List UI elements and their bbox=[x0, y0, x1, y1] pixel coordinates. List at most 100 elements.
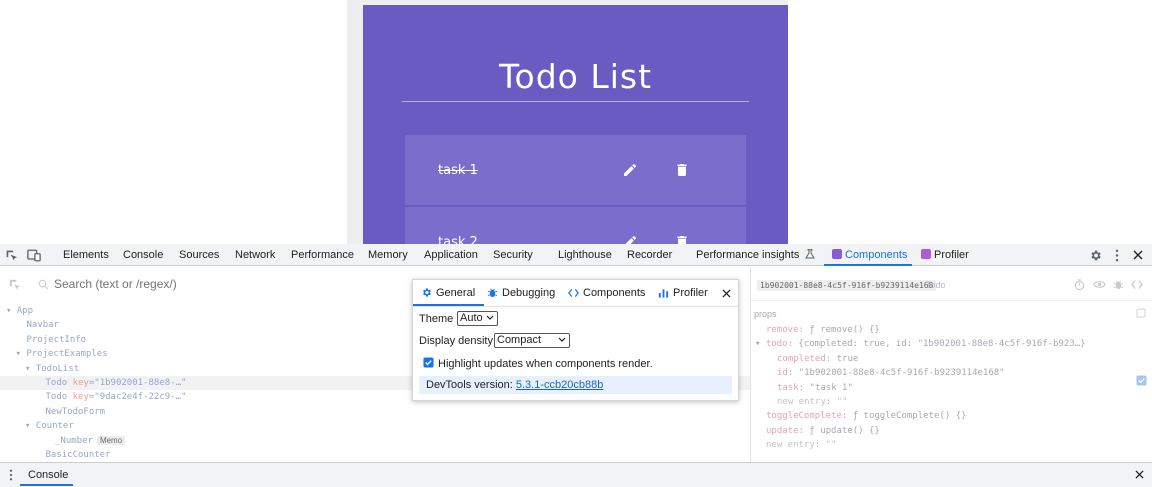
select-element-icon[interactable] bbox=[9, 279, 20, 290]
prop-value: ƒ remove() {} bbox=[809, 325, 880, 335]
display-density-value: Compact bbox=[497, 334, 542, 346]
prop-separator: : bbox=[798, 325, 810, 335]
settings-tab-general[interactable]: General bbox=[421, 287, 475, 299]
tree-node[interactable]: NewTodoForm bbox=[0, 405, 750, 419]
tab-application[interactable]: Application bbox=[424, 249, 478, 261]
tree-node-name: Counter bbox=[35, 421, 74, 432]
tab-console[interactable]: Console bbox=[123, 249, 163, 261]
prop-row[interactable]: update: ƒ update() {} bbox=[766, 426, 880, 436]
react-components-icon bbox=[832, 249, 842, 259]
close-devtools-icon[interactable] bbox=[1133, 250, 1143, 260]
delete-icon[interactable] bbox=[674, 162, 690, 178]
settings-tab-divider bbox=[413, 306, 738, 307]
close-settings-icon[interactable] bbox=[722, 289, 731, 298]
expand-arrow-icon[interactable]: ▾ bbox=[25, 364, 36, 374]
tree-search-input[interactable] bbox=[54, 275, 384, 293]
prop-separator: : bbox=[787, 368, 799, 379]
prop-row[interactable]: id: "1b902001-88e8-4c5f-916f-b9239114e16… bbox=[777, 368, 1005, 378]
todo-text[interactable]: task 1 bbox=[438, 163, 478, 178]
prop-value: {completed: true, id: "1b902001-88e8-4c5… bbox=[798, 339, 1086, 350]
tab-security[interactable]: Security bbox=[493, 249, 533, 261]
expand-arrow-icon[interactable]: ▾ bbox=[25, 421, 36, 431]
devtools-panel: Elements Console Sources Network Perform… bbox=[0, 244, 1152, 487]
prop-key: toggleComplete bbox=[766, 411, 842, 422]
close-drawer-icon[interactable] bbox=[1135, 470, 1144, 479]
todo-item[interactable]: task 2 bbox=[405, 207, 746, 244]
tree-node[interactable]: ▾ Counter bbox=[0, 419, 750, 433]
inspect-element-icon[interactable] bbox=[5, 249, 18, 262]
prop-row[interactable]: task: "task 1" bbox=[777, 383, 853, 393]
todo-text[interactable]: task 2 bbox=[438, 235, 478, 244]
expand-arrow-icon[interactable]: ▾ bbox=[6, 306, 17, 316]
drawer-menu-icon[interactable] bbox=[8, 469, 14, 481]
tree-node-name: _Number bbox=[55, 435, 93, 446]
tree-node-key-value: ="1b902001-88e8-…" bbox=[88, 378, 187, 388]
prop-row[interactable]: new entry: "" bbox=[777, 397, 847, 407]
tab-performance-insights[interactable]: Performance insights bbox=[696, 248, 816, 261]
prop-row[interactable]: toggleComplete: ƒ toggleComplete() {} bbox=[766, 411, 967, 421]
edit-icon[interactable] bbox=[622, 234, 638, 244]
tab-components[interactable]: Components bbox=[832, 249, 907, 261]
prop-value: "task 1" bbox=[809, 382, 853, 393]
device-toolbar-icon[interactable] bbox=[27, 249, 41, 262]
prop-key: new entry bbox=[766, 440, 815, 451]
expand-arrow-icon[interactable]: ▾ bbox=[16, 349, 27, 359]
tab-sources[interactable]: Sources bbox=[179, 249, 219, 261]
settings-tab-profiler[interactable]: Profiler bbox=[658, 287, 708, 299]
inspect-dom-eye-icon[interactable] bbox=[1093, 279, 1106, 290]
more-options-icon[interactable] bbox=[1113, 249, 1121, 262]
devtools-version-label: DevTools version: bbox=[426, 379, 516, 391]
view-source-icon[interactable] bbox=[1131, 279, 1143, 290]
tab-lighthouse[interactable]: Lighthouse bbox=[558, 249, 612, 261]
theme-select[interactable]: Auto bbox=[457, 311, 498, 326]
copy-props-icon[interactable] bbox=[1136, 308, 1146, 318]
prop-row[interactable]: completed: true bbox=[777, 354, 858, 364]
props-inspector-pane: 1b902001-88e8-4c5f-916f-b9239114e168 Tod… bbox=[750, 267, 1152, 463]
settings-gear-icon[interactable] bbox=[1089, 249, 1102, 262]
prop-key: update bbox=[766, 425, 799, 436]
tab-network[interactable]: Network bbox=[235, 249, 275, 261]
bug-icon[interactable] bbox=[1113, 279, 1124, 290]
bug-icon bbox=[487, 288, 498, 298]
gear-icon bbox=[423, 288, 431, 297]
prop-value: "" bbox=[825, 440, 837, 451]
tab-recorder[interactable]: Recorder bbox=[627, 249, 672, 261]
settings-tab-components[interactable]: Components bbox=[568, 287, 645, 299]
tree-node-name: ProjectExamples bbox=[26, 349, 108, 360]
drawer-tab-console[interactable]: Console bbox=[28, 469, 68, 481]
tree-node-name: Todo bbox=[45, 378, 68, 388]
display-density-select[interactable]: Compact bbox=[494, 333, 570, 348]
completed-checkbox-icon[interactable] bbox=[1136, 375, 1147, 386]
tree-node[interactable]: _Number Memo bbox=[0, 434, 750, 448]
tab-elements[interactable]: Elements bbox=[63, 249, 109, 261]
prop-key: id bbox=[777, 368, 788, 379]
prop-key: task bbox=[777, 382, 799, 393]
tab-performance[interactable]: Performance bbox=[291, 249, 354, 261]
tree-node-name: Todo bbox=[45, 392, 68, 403]
prop-row[interactable]: remove: ƒ remove() {} bbox=[766, 325, 880, 335]
tree-node[interactable]: BasicCounter bbox=[0, 448, 750, 462]
prop-key: remove bbox=[766, 325, 799, 335]
highlight-updates-label[interactable]: Highlight updates when components render… bbox=[438, 358, 653, 370]
devtools-version-link[interactable]: 5.3.1-ccb20cb88b bbox=[516, 379, 603, 391]
highlight-updates-checkbox[interactable] bbox=[423, 357, 434, 368]
prop-row[interactable]: ▾ todo: {completed: true, id: "1b902001-… bbox=[755, 339, 1086, 349]
tab-profiler-label: Profiler bbox=[934, 249, 969, 261]
tab-performance-insights-label: Performance insights bbox=[696, 249, 800, 261]
react-profiler-icon bbox=[921, 249, 931, 259]
tree-node-name: Navbar bbox=[26, 320, 60, 331]
chevron-down-icon bbox=[486, 315, 494, 320]
todo-item[interactable]: task 1 bbox=[405, 135, 746, 205]
expand-arrow-icon[interactable]: ▾ bbox=[755, 339, 766, 349]
prop-value: ƒ toggleComplete() {} bbox=[852, 411, 967, 422]
delete-icon[interactable] bbox=[674, 234, 690, 244]
prop-row[interactable]: new entry: "" bbox=[766, 440, 836, 450]
props-header-divider bbox=[751, 300, 1152, 301]
prop-separator: : bbox=[787, 339, 799, 350]
edit-icon[interactable] bbox=[622, 162, 638, 178]
settings-tab-debugging[interactable]: Debugging bbox=[487, 287, 555, 299]
tab-memory[interactable]: Memory bbox=[368, 249, 408, 261]
settings-tab-components-label: Components bbox=[583, 287, 646, 299]
suspend-icon[interactable] bbox=[1074, 279, 1085, 290]
tab-profiler[interactable]: Profiler bbox=[921, 249, 969, 261]
